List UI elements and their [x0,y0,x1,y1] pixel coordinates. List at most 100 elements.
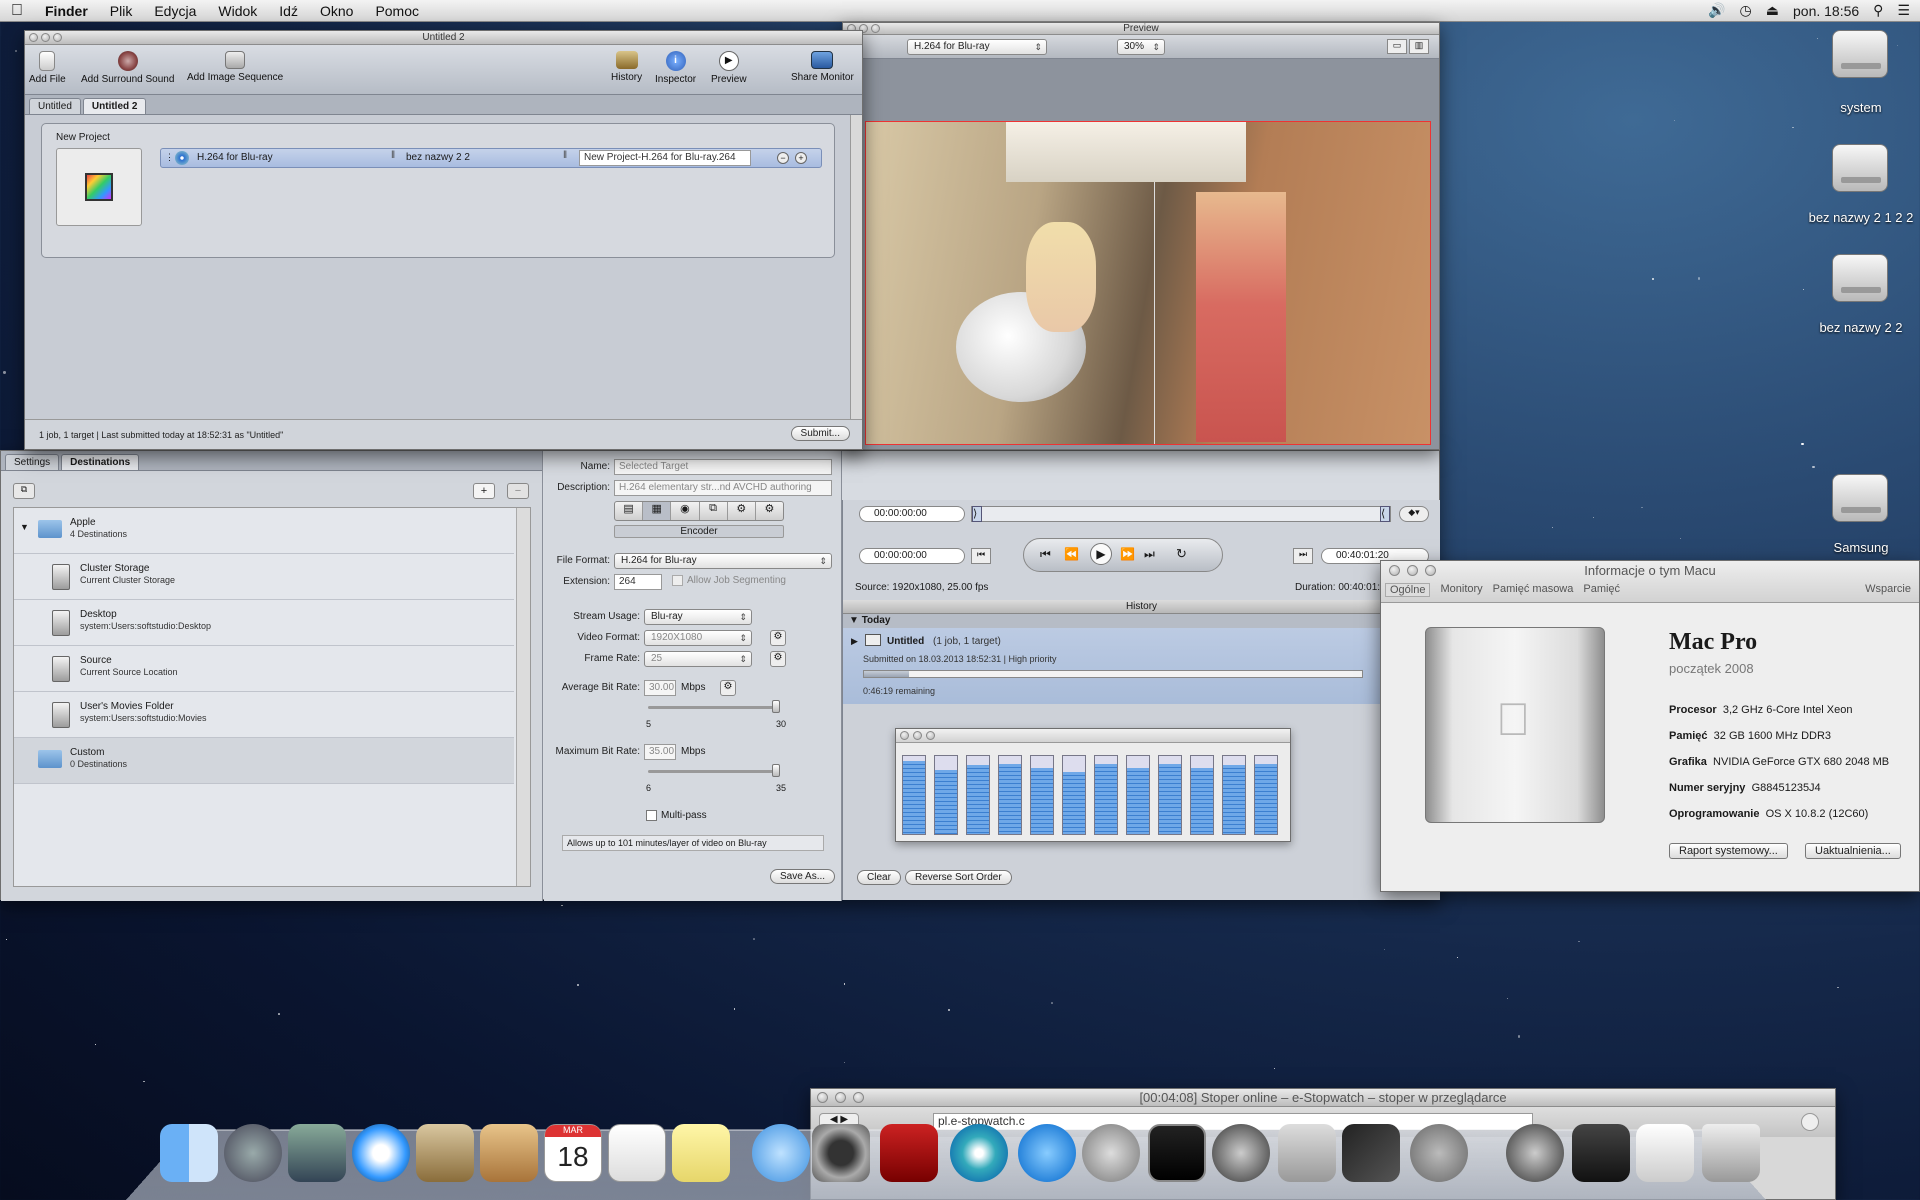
tab-monitory[interactable]: Monitory [1440,583,1482,597]
menu-okno[interactable]: Okno [309,3,364,19]
setting-popup[interactable]: H.264 for Blu-ray [907,39,1047,55]
marker-menu-icon[interactable]: ◆▾ [1399,506,1429,522]
final-cut-pro-icon[interactable] [1342,1124,1400,1182]
target-destination[interactable]: bez nazwy 2 2 [406,152,470,163]
disclosure-triangle-icon[interactable]: ▶ [851,636,858,647]
menu-widok[interactable]: Widok [207,3,268,19]
launchpad-icon[interactable] [224,1124,282,1182]
step-forward-icon[interactable]: ⏩ [1120,547,1135,561]
add-image-sequence-button[interactable]: Add Image Sequence [187,51,283,83]
allow-segmenting-checkbox[interactable] [672,575,683,586]
target-output-filename[interactable]: New Project-H.264 for Blu-ray.264 [579,150,751,166]
clear-button[interactable]: Clear [857,870,901,885]
close-button[interactable] [29,33,38,42]
notes-icon[interactable] [672,1124,730,1182]
out-point-marker[interactable]: ⟨ [1380,506,1390,522]
encoder-tab-label[interactable]: Encoder [614,525,784,538]
minimize-button[interactable] [835,1092,846,1103]
zoom-button[interactable] [1425,565,1436,576]
tab-settings[interactable]: Settings [5,454,60,470]
list-item[interactable]: ▼ Apple 4 Destinations [14,508,514,554]
system-preferences-icon[interactable] [1082,1124,1140,1182]
batch-scrollbar[interactable] [850,115,862,421]
clock[interactable]: pon. 18:56 [1793,3,1859,19]
go-to-out-icon[interactable]: ⏭ [1293,548,1313,564]
summary-tab-icon[interactable]: ▤ [615,502,644,520]
itunes-icon[interactable] [950,1124,1008,1182]
add-destination-button[interactable]: + [473,483,495,499]
trash-icon[interactable] [1702,1124,1760,1182]
mail-icon[interactable] [416,1124,474,1182]
close-button[interactable] [1389,565,1400,576]
tab-destinations[interactable]: Destinations [61,454,140,470]
file-format-popup[interactable]: H.264 for Blu-ray [614,553,832,569]
preview-button[interactable]: ▶ Preview [711,51,747,85]
actions-tab-icon[interactable]: ⚙ [728,502,756,520]
close-button[interactable] [817,1092,828,1103]
utility-icon[interactable] [1410,1124,1468,1182]
in-point-marker[interactable]: ⟩ [972,506,982,522]
encoder-tab-icon[interactable]: ▦ [643,502,672,520]
remove-target-icon[interactable]: − [777,152,789,164]
minimize-button[interactable] [913,731,922,740]
contacts-icon[interactable] [480,1124,538,1182]
list-item[interactable]: Cluster Storage Current Cluster Storage [14,554,514,600]
safari-icon[interactable] [352,1124,410,1182]
zoom-popup[interactable]: 30% [1117,39,1165,55]
gear-icon[interactable]: ⚙ [720,680,736,696]
drag-handle-icon[interactable]: ⋮ [165,152,174,163]
multipass-checkbox[interactable] [646,810,657,821]
remove-destination-button[interactable]: − [507,483,529,499]
menu-finder[interactable]: Finder [34,3,99,19]
reader-icon[interactable] [1801,1113,1819,1131]
minimized-window-icon[interactable] [1636,1124,1694,1182]
add-surround-button[interactable]: Add Surround Sound [81,51,174,85]
menu-edycja[interactable]: Edycja [143,3,207,19]
hard-drive-icon[interactable] [1832,474,1888,522]
list-item[interactable]: Custom 0 Destinations [14,738,514,784]
qmaster-icon[interactable] [1506,1124,1564,1182]
in-timecode[interactable]: 00:00:00:00 [859,506,965,522]
software-update-button[interactable]: Uaktualnienia... [1805,843,1901,859]
share-monitor-button[interactable]: Share Monitor [791,51,854,83]
side-by-side-icon[interactable]: ▥ [1409,39,1429,54]
tab-pamiec[interactable]: Pamięć [1583,583,1620,597]
video-format-popup[interactable]: 1920X1080 [644,630,752,646]
duplicate-button[interactable]: ⧉ [13,483,35,499]
inspector-button[interactable]: i Inspector [655,51,696,85]
scrollbar[interactable] [516,508,530,886]
average-bitrate-field[interactable]: 30.00 [644,680,676,696]
description-field[interactable]: H.264 elementary str...nd AVCHD authorin… [614,480,832,496]
notification-center-icon[interactable]: ☰ [1897,2,1910,19]
timeline-scrubber[interactable]: ⟩ ⟨ [971,506,1391,522]
photo-booth-icon[interactable] [880,1124,938,1182]
extension-field[interactable]: 264 [614,574,662,590]
frame-rate-popup[interactable]: 25 [644,651,752,667]
finder-icon[interactable] [160,1124,218,1182]
zoom-button[interactable] [53,33,62,42]
geometry-tab-icon[interactable]: ⧉ [700,502,728,520]
play-icon[interactable]: ▶ [1090,543,1112,565]
time-machine-icon[interactable]: ◷ [1740,2,1752,19]
eject-icon[interactable]: ⏏ [1766,2,1779,19]
split-view-icon[interactable]: ▭ [1387,39,1407,54]
history-button[interactable]: History [611,51,642,83]
slider-thumb[interactable] [772,764,780,777]
list-item[interactable]: User's Movies Folder system:Users:softst… [14,692,514,738]
filters-tab-icon[interactable]: ◉ [671,502,700,520]
system-report-button[interactable]: Raport systemowy... [1669,843,1788,859]
gear-icon[interactable]: ⚙ [770,651,786,667]
tab-ogolne[interactable]: Ogólne [1385,583,1431,597]
activity-monitor-icon[interactable] [1148,1124,1206,1182]
zoom-button[interactable] [926,731,935,740]
gear-icon[interactable]: ⚙ [770,630,786,646]
hard-drive-icon[interactable] [1832,30,1888,78]
compressor-icon[interactable] [1212,1124,1270,1182]
slider-thumb[interactable] [772,700,780,713]
close-button[interactable] [900,731,909,740]
add-target-icon[interactable]: + [795,152,807,164]
tab-pamiec-masowa[interactable]: Pamięć masowa [1493,583,1574,597]
disclosure-triangle-icon[interactable]: ▼ [849,615,859,626]
tab-untitled-2[interactable]: Untitled 2 [82,98,147,114]
tab-untitled[interactable]: Untitled [29,98,81,114]
